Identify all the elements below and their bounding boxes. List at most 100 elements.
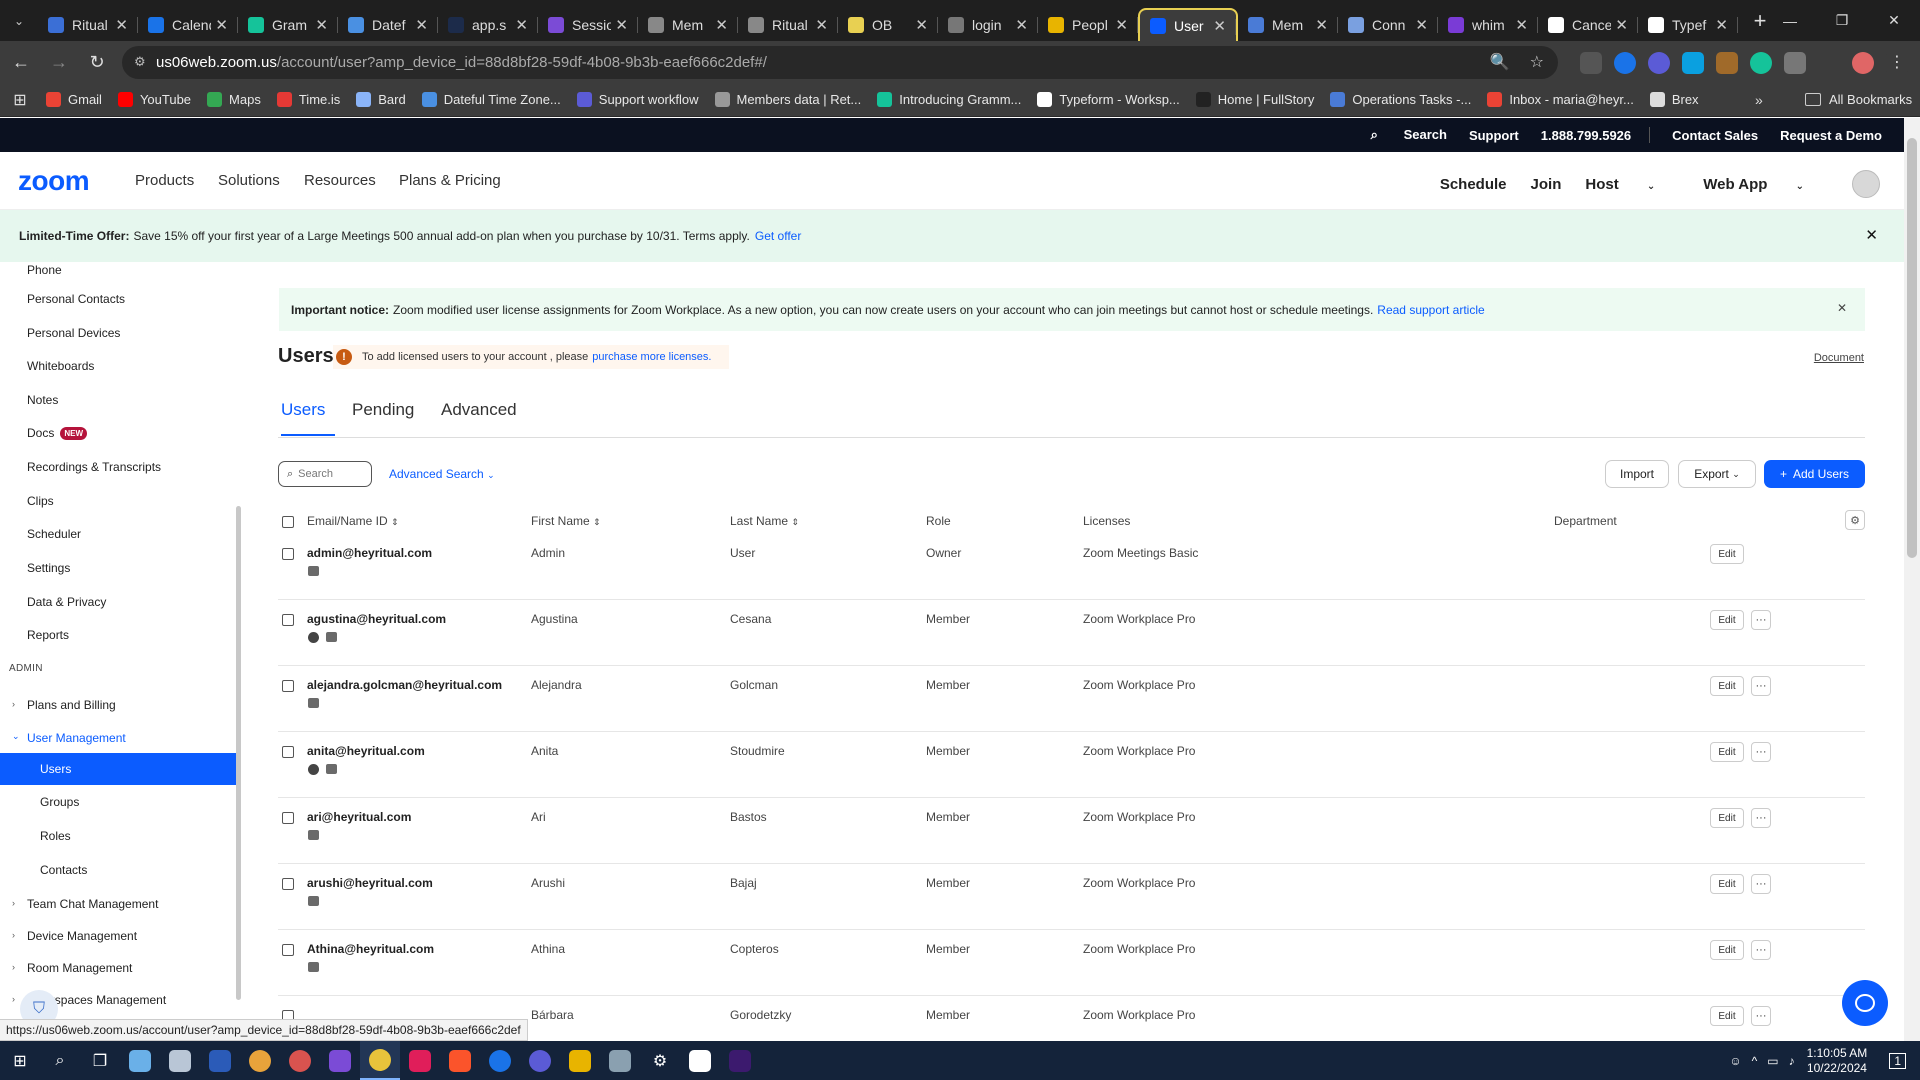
bookmark-item[interactable]: Brex <box>1649 92 1699 107</box>
bookmark-item[interactable]: Support workflow <box>576 92 699 107</box>
browser-tab[interactable]: whim ✕ <box>1438 8 1538 41</box>
row-checkbox[interactable] <box>282 812 294 824</box>
chat-support-button[interactable] <box>1842 980 1888 1026</box>
browser-tab[interactable]: Sessio ✕ <box>538 8 638 41</box>
bookmark-item[interactable]: Typeform - Worksp... <box>1037 92 1180 107</box>
sidebar-item-data-privacy[interactable]: Data & Privacy <box>27 595 106 609</box>
zoom-page-icon[interactable]: 🔍 <box>1490 52 1510 72</box>
close-icon[interactable]: ✕ <box>315 16 328 34</box>
close-icon[interactable]: ✕ <box>1515 16 1528 34</box>
user-email[interactable]: alejandra.golcman@heyritual.com <box>307 678 502 692</box>
sidebar-item-team-chat[interactable]: Team Chat Management <box>27 897 158 911</box>
phone-number[interactable]: 1.888.799.5926 <box>1541 128 1631 143</box>
chrome-active-icon[interactable] <box>360 1041 400 1080</box>
sidebar-item-users-selected[interactable] <box>0 753 236 785</box>
browser-tab[interactable]: Mem ✕ <box>1238 8 1338 41</box>
browser-tab[interactable]: User ✕ <box>1138 8 1238 41</box>
clock[interactable]: 1:10:05 AM 10/22/2024 <box>1807 1046 1868 1076</box>
site-info-icon[interactable]: ⚙ <box>134 54 150 70</box>
browser-tab[interactable]: Datef ✕ <box>338 8 438 41</box>
close-icon[interactable]: ✕ <box>1115 16 1128 34</box>
nav-plans-pricing[interactable]: Plans & Pricing <box>399 172 501 189</box>
col-email[interactable]: Email/Name ID ⇕ <box>307 514 399 528</box>
bookmark-item[interactable]: Introducing Gramm... <box>877 92 1021 107</box>
all-bookmarks-button[interactable]: All Bookmarks <box>1805 92 1912 107</box>
file-explorer-icon[interactable] <box>560 1041 600 1080</box>
sidebar-item-scheduler[interactable]: Scheduler <box>27 527 81 541</box>
sidebar-scrollbar[interactable] <box>236 262 241 1041</box>
browser-tab[interactable]: Cance ✕ <box>1538 8 1638 41</box>
extension-icon[interactable] <box>1682 52 1704 74</box>
zoom-logo[interactable]: zoom <box>18 165 90 197</box>
more-options-button[interactable]: ··· <box>1751 610 1771 630</box>
tab-advanced[interactable]: Advanced <box>441 400 517 420</box>
sidebar-item-reports[interactable]: Reports <box>27 628 69 642</box>
bookmark-item[interactable]: Dateful Time Zone... <box>421 92 561 107</box>
app-icon[interactable] <box>320 1041 360 1080</box>
search-link[interactable]: ⌕ Search <box>1371 127 1447 143</box>
bookmark-item[interactable]: Bard <box>356 92 406 107</box>
chrome-icon[interactable] <box>280 1041 320 1080</box>
extension-icon[interactable] <box>1614 52 1636 74</box>
bookmark-item[interactable]: Operations Tasks -... <box>1330 92 1471 107</box>
col-first-name[interactable]: First Name ⇕ <box>531 514 601 528</box>
extension-icon[interactable] <box>1580 52 1602 74</box>
close-icon[interactable]: ✕ <box>415 16 428 34</box>
user-email[interactable]: ari@heyritual.com <box>307 810 411 824</box>
web-app-menu[interactable]: Web App ⌄ <box>1703 176 1828 193</box>
row-checkbox[interactable] <box>282 878 294 890</box>
chrome-icon[interactable] <box>240 1041 280 1080</box>
sidebar-item-phone[interactable]: Phone <box>27 263 62 277</box>
purchase-licenses-link[interactable]: purchase more licenses. <box>592 351 711 363</box>
sidebar-item-groups[interactable]: Groups <box>40 795 79 809</box>
export-button[interactable]: Export ⌄ <box>1678 460 1756 488</box>
sidebar-item-whiteboards[interactable]: Whiteboards <box>27 359 94 373</box>
import-button[interactable]: Import <box>1605 460 1669 488</box>
brave-icon[interactable] <box>440 1041 480 1080</box>
edit-button[interactable]: Edit <box>1710 610 1744 630</box>
browser-tab[interactable]: Peopl ✕ <box>1038 8 1138 41</box>
browser-tab[interactable]: Ritual ✕ <box>738 8 838 41</box>
page-scrollbar[interactable] <box>1904 118 1920 1041</box>
request-demo-link[interactable]: Request a Demo <box>1780 128 1882 143</box>
close-icon[interactable]: ✕ <box>1315 16 1328 34</box>
restore-icon[interactable]: ❐ <box>1816 0 1868 41</box>
bookmark-item[interactable]: YouTube <box>117 92 191 107</box>
more-options-button[interactable]: ··· <box>1751 874 1771 894</box>
user-email[interactable]: anita@heyritual.com <box>307 744 425 758</box>
edit-button[interactable]: Edit <box>1710 742 1744 762</box>
more-options-button[interactable]: ··· <box>1751 742 1771 762</box>
close-icon[interactable]: ✕ <box>515 16 528 34</box>
col-last-name[interactable]: Last Name ⇕ <box>730 514 799 528</box>
join-link[interactable]: Join <box>1531 176 1562 193</box>
edit-button[interactable]: Edit <box>1710 1006 1744 1026</box>
sidebar-item-roles[interactable]: Roles <box>40 829 71 843</box>
browser-tab[interactable]: Calendar✕ <box>138 8 238 41</box>
scroll-thumb[interactable] <box>236 506 241 1000</box>
gear-icon[interactable]: ⚙ <box>1845 510 1865 530</box>
row-checkbox[interactable] <box>282 614 294 626</box>
url-bar[interactable]: ⚙ us06web.zoom.us/account/user?amp_devic… <box>122 46 1558 79</box>
bookmark-item[interactable]: Members data | Ret... <box>714 92 861 107</box>
bookmark-item[interactable]: Maps <box>207 92 261 107</box>
slack-icon[interactable] <box>400 1041 440 1080</box>
more-options-button[interactable]: ··· <box>1751 676 1771 696</box>
start-icon[interactable]: ⊞ <box>0 1041 40 1080</box>
user-email[interactable]: arushi@heyritual.com <box>307 876 433 890</box>
search-input[interactable]: ⌕ Search <box>278 461 372 487</box>
scroll-thumb[interactable] <box>1907 138 1917 558</box>
sidebar-item-user-management[interactable]: User Management <box>27 731 126 745</box>
sidebar-item-device-management[interactable]: Device Management <box>27 929 137 943</box>
add-users-button[interactable]: + Add Users <box>1764 460 1865 488</box>
extensions-puzzle-icon[interactable] <box>1784 52 1806 74</box>
sidebar-item-notes[interactable]: Notes <box>27 393 58 407</box>
password-manager-icon[interactable] <box>480 1041 520 1080</box>
row-checkbox[interactable] <box>282 680 294 692</box>
browser-tab[interactable]: Gram ✕ <box>238 8 338 41</box>
support-link[interactable]: Support <box>1469 128 1519 143</box>
browser-tab[interactable]: login ✕ <box>938 8 1038 41</box>
edit-button[interactable]: Edit <box>1710 544 1744 564</box>
sidebar-item-plans-billing[interactable]: Plans and Billing <box>27 698 116 712</box>
app-icon[interactable] <box>600 1041 640 1080</box>
nav-products[interactable]: Products <box>135 172 194 189</box>
